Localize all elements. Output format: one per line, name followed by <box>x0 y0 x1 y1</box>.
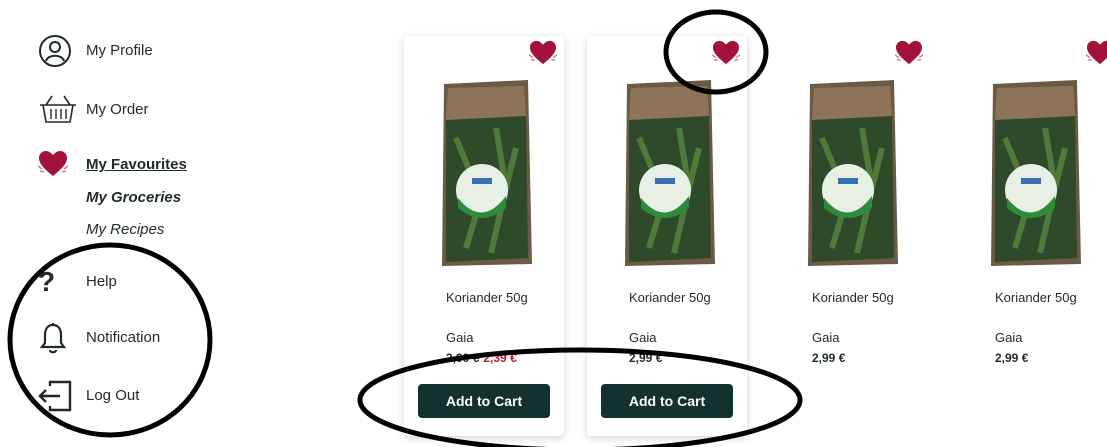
original-price: 2,99 € <box>446 351 480 365</box>
favourite-heart-icon[interactable] <box>894 40 924 66</box>
price: 2,99 € <box>629 351 663 365</box>
favourite-heart-icon[interactable] <box>528 40 558 66</box>
sidebar-subitem-groceries[interactable]: My Groceries <box>86 189 181 206</box>
user-icon <box>39 35 71 67</box>
sidebar-item-label: My Favourites <box>86 156 187 173</box>
product-brand: Gaia <box>629 330 657 345</box>
product-image[interactable] <box>619 78 719 268</box>
product-brand: Gaia <box>812 330 840 345</box>
product-name[interactable]: Koriander 50g <box>629 290 711 305</box>
add-to-cart-button[interactable]: Add to Cart <box>601 384 733 418</box>
product-card[interactable]: Koriander 50g Gaia 2,99 € <box>953 36 1107 436</box>
favourite-heart-icon[interactable] <box>711 40 741 66</box>
sidebar-item-label: Log Out <box>86 387 140 404</box>
product-name[interactable]: Koriander 50g <box>995 290 1077 305</box>
product-name[interactable]: Koriander 50g <box>812 290 894 305</box>
sidebar-item-label: My Profile <box>86 42 153 59</box>
price: 2,99 € <box>995 351 1029 365</box>
product-brand: Gaia <box>446 330 474 345</box>
product-image[interactable] <box>985 78 1085 268</box>
bell-icon <box>40 323 66 354</box>
heart-icon <box>37 151 69 176</box>
sidebar-item-label: My Order <box>86 101 149 118</box>
sale-price: 2,39 € <box>483 351 517 365</box>
add-to-cart-button[interactable]: Add to Cart <box>418 384 550 418</box>
product-card[interactable]: Koriander 50g Gaia 2,99 € <box>770 36 930 436</box>
price: 2,99 € <box>812 351 846 365</box>
product-card[interactable]: Koriander 50g Gaia 2,99 € Add to Cart <box>587 36 747 436</box>
price-row: 2,99 € <box>629 351 662 365</box>
sidebar-subitem-recipes[interactable]: My Recipes <box>86 221 164 238</box>
price-row: 2,99 € <box>812 351 845 365</box>
product-image[interactable] <box>802 78 902 268</box>
logout-icon <box>38 380 72 412</box>
product-brand: Gaia <box>995 330 1023 345</box>
favourite-heart-icon[interactable] <box>1085 40 1107 66</box>
question-icon: ? <box>38 266 56 297</box>
product-image[interactable] <box>436 78 536 268</box>
sidebar-item-label: Help <box>86 273 117 290</box>
product-card[interactable]: Koriander 50g Gaia 2,99 €2,39 € Add to C… <box>404 36 564 436</box>
basket-icon <box>40 95 76 123</box>
price-row: 2,99 € <box>995 351 1028 365</box>
sidebar-item-label: Notification <box>86 329 161 346</box>
product-name[interactable]: Koriander 50g <box>446 290 528 305</box>
price-row: 2,99 €2,39 € <box>446 351 517 365</box>
